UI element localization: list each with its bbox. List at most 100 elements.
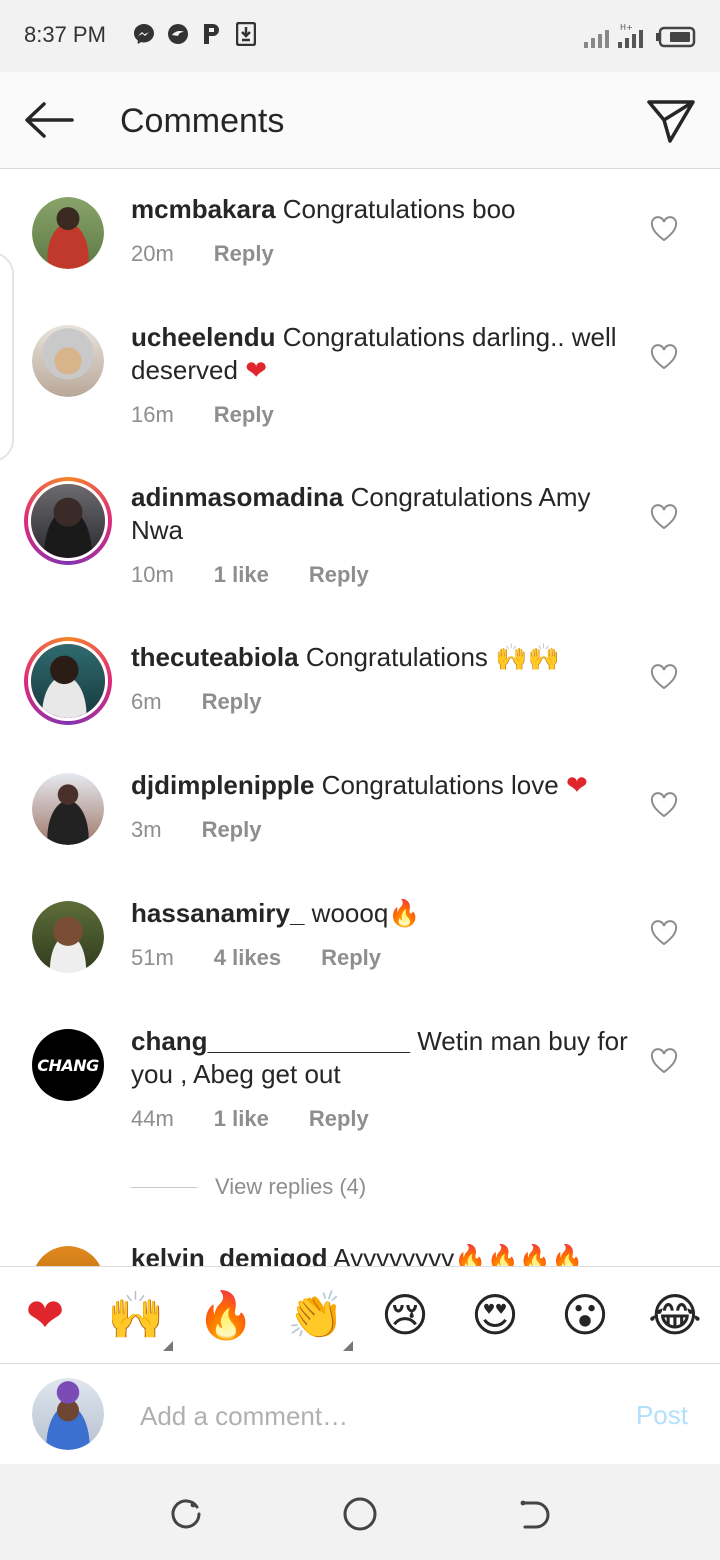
comment-meta: 51m 4 likes Reply [131, 945, 381, 971]
comment-text: hassanamiry_ woooq🔥 [131, 897, 631, 930]
signal-h-plus-icon: H+ [618, 23, 643, 48]
like-heart-icon[interactable] [650, 664, 678, 690]
download-icon [234, 22, 258, 46]
reply-button[interactable]: Reply [214, 241, 274, 267]
view-replies-button[interactable]: View replies (4) [131, 1174, 366, 1200]
emoji-clapping-hands[interactable]: 👏 [287, 1287, 353, 1351]
svg-text:H+: H+ [620, 23, 633, 32]
avatar-image [31, 644, 105, 718]
comment-meta: 44m 1 like Reply [131, 1106, 369, 1132]
emoji-tears-of-joy[interactable]: 😂 [647, 1287, 703, 1343]
comment-text: kelvin_demigod Ayyyyyyyy🔥🔥🔥🔥 [131, 1242, 631, 1266]
status-notification-icons [132, 22, 258, 46]
avatar[interactable] [32, 901, 104, 973]
reply-button[interactable]: Reply [202, 817, 262, 843]
avatar-image [32, 901, 104, 973]
comment-text: thecuteabiola Congratulations 🙌🙌 [131, 641, 631, 674]
avatar[interactable] [32, 197, 104, 269]
status-system-icons: H+ [584, 22, 696, 48]
like-heart-icon[interactable] [650, 216, 678, 242]
comment-time: 6m [131, 689, 162, 714]
heart-emoji: ❤ [565, 770, 588, 800]
current-user-avatar [32, 1378, 104, 1450]
emoji-clapping-hands-glyph: 👏 [287, 1288, 345, 1342]
hummingbird-icon [166, 22, 190, 46]
comment-username[interactable]: mcmbakara [131, 194, 276, 224]
like-heart-icon[interactable] [650, 1048, 678, 1074]
avatar[interactable] [32, 1246, 104, 1266]
post-button[interactable]: Post [636, 1400, 688, 1431]
view-replies-label: View replies (4) [215, 1174, 367, 1199]
recent-apps-button[interactable] [166, 1494, 206, 1534]
reply-button[interactable]: Reply [321, 945, 381, 971]
likes-count[interactable]: 1 like [214, 1106, 269, 1132]
comment-text: mcmbakara Congratulations boo [131, 193, 631, 226]
battery-icon [656, 26, 696, 48]
avatar[interactable] [32, 325, 104, 397]
likes-count[interactable]: 4 likes [214, 945, 281, 971]
emoji-raised-hands[interactable]: 🙌 [107, 1287, 173, 1351]
edge-panel-handle[interactable] [0, 252, 14, 462]
comment-username[interactable]: ucheelendu [131, 322, 275, 352]
emoji-crying-face[interactable]: 😢 [377, 1287, 433, 1343]
emoji-surprised-face[interactable]: 😮 [557, 1287, 613, 1343]
system-nav-bar [0, 1464, 720, 1560]
comment-time: 3m [131, 817, 162, 842]
share-button[interactable] [644, 94, 698, 148]
comment-time: 51m [131, 945, 174, 970]
back-nav-button[interactable] [514, 1494, 554, 1534]
avatar-with-story-ring[interactable] [24, 637, 112, 725]
emoji-heart-eyes[interactable]: 😍 [467, 1287, 523, 1343]
comment-username[interactable]: chang______________ [131, 1026, 410, 1056]
comment-meta: 3m Reply [131, 817, 261, 843]
reply-button[interactable]: Reply [309, 562, 369, 588]
avatar[interactable] [32, 773, 104, 845]
avatar[interactable]: CHANG [32, 1029, 104, 1101]
comment-input[interactable] [140, 1396, 600, 1436]
comment-text: chang______________ Wetin man buy for yo… [131, 1025, 631, 1091]
emoji-fire[interactable]: 🔥 [197, 1287, 254, 1343]
like-heart-icon[interactable] [650, 504, 678, 530]
comment-text: ucheelendu Congratulations darling.. wel… [131, 321, 631, 387]
avatar-with-story-ring[interactable] [24, 477, 112, 565]
comment-username[interactable]: hassanamiry_ [131, 898, 304, 928]
comment-body: Congratulations 🙌🙌 [298, 642, 560, 672]
quick-emoji-bar: ❤ 🙌 🔥 👏 😢 😍 😮 😂 [0, 1266, 720, 1364]
back-icon [520, 1500, 550, 1529]
comment-meta: 6m Reply [131, 689, 261, 715]
reply-button[interactable]: Reply [202, 689, 262, 715]
like-heart-icon[interactable] [650, 920, 678, 946]
recent-apps-icon [171, 1499, 201, 1529]
reply-button[interactable]: Reply [214, 402, 274, 428]
avatar-logo-text: CHANG [37, 1055, 99, 1075]
like-heart-icon[interactable] [650, 792, 678, 818]
reply-button[interactable]: Reply [309, 1106, 369, 1132]
comment-username[interactable]: kelvin_demigod [131, 1243, 328, 1266]
comment-username[interactable]: adinmasomadina [131, 482, 343, 512]
avatar-image [32, 325, 104, 397]
comment-body: Congratulations love ❤ [314, 770, 588, 800]
comments-list[interactable]: mcmbakara Congratulations boo 20m Reply … [0, 170, 720, 1266]
page-title: Comments [120, 102, 285, 140]
comment-meta: 16m Reply [131, 402, 274, 428]
comment-username[interactable]: djdimplenipple [131, 770, 314, 800]
avatar-image [32, 1246, 104, 1266]
comment-username[interactable]: thecuteabiola [131, 642, 299, 672]
variant-indicator [163, 1341, 173, 1351]
status-time: 8:37 PM [24, 22, 106, 47]
home-icon [343, 1497, 377, 1531]
likes-count[interactable]: 1 like [214, 562, 269, 588]
status-bar: 8:37 PM H+ [0, 0, 720, 72]
avatar-image [32, 1378, 104, 1450]
add-comment-bar: Post [0, 1364, 720, 1464]
back-button[interactable] [20, 96, 76, 144]
comment-body: Ayyyyyyyy🔥🔥🔥🔥 [327, 1243, 584, 1266]
emoji-heart[interactable]: ❤ [17, 1287, 73, 1343]
heart-emoji: ❤ [245, 355, 267, 385]
home-button[interactable] [340, 1494, 380, 1534]
comment-body: woooq🔥 [304, 898, 421, 928]
comment-text: adinmasomadina Congratulations Amy Nwa [131, 481, 631, 547]
emoji-raised-hands-glyph: 🙌 [107, 1288, 165, 1342]
paper-plane-icon [647, 100, 695, 143]
like-heart-icon[interactable] [650, 344, 678, 370]
